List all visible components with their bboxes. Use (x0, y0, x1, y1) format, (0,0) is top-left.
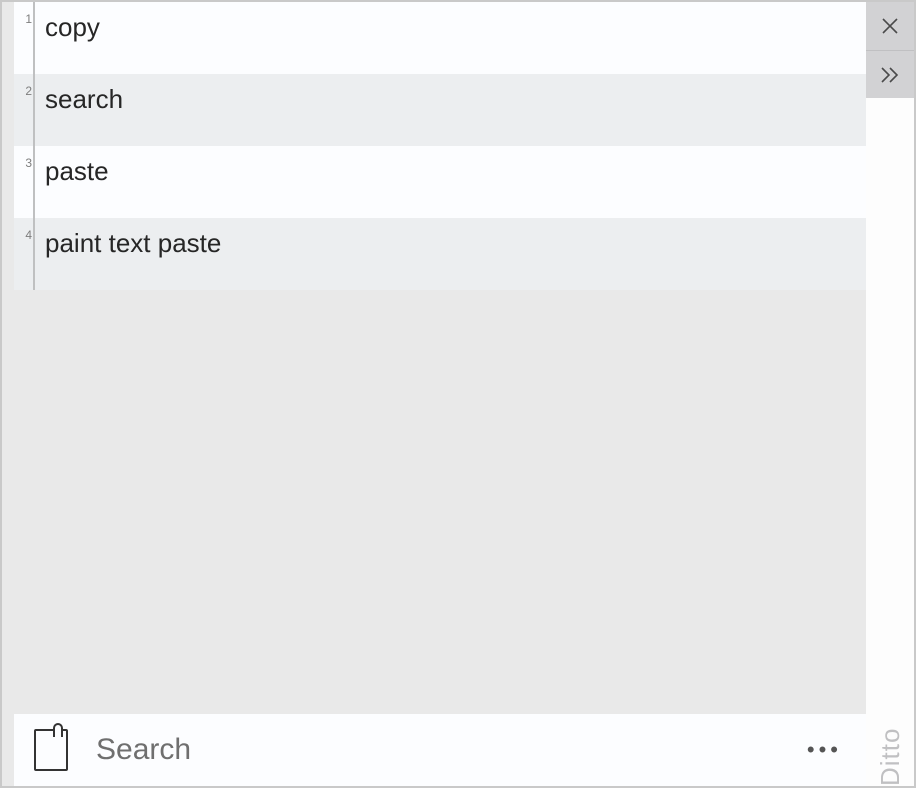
chevron-double-right-icon (879, 65, 901, 85)
close-icon (880, 16, 900, 36)
list-item-text: copy (35, 2, 100, 43)
clipboard-list: 1 copy 2 search 3 paste 4 paint text pas… (14, 2, 866, 290)
list-item[interactable]: 3 paste (14, 146, 866, 218)
tab-label: Ditto (875, 116, 906, 786)
more-icon[interactable]: ••• (803, 731, 846, 769)
list-empty-area (14, 290, 866, 714)
list-item[interactable]: 1 copy (14, 2, 866, 74)
right-toolbar: Ditto (866, 2, 914, 786)
tab-area[interactable]: Ditto (866, 98, 914, 786)
list-item-text: paint text paste (35, 218, 221, 259)
expand-button[interactable] (866, 50, 914, 98)
close-button[interactable] (866, 2, 914, 50)
list-item[interactable]: 2 search (14, 74, 866, 146)
clipboard-icon[interactable] (34, 729, 68, 771)
search-input[interactable] (96, 733, 803, 767)
list-item-index: 4 (14, 218, 32, 242)
left-gutter (2, 2, 14, 786)
list-item-index: 2 (14, 74, 32, 98)
bottom-bar: ••• (14, 714, 866, 786)
list-item-index: 1 (14, 2, 32, 26)
main-panel: 1 copy 2 search 3 paste 4 paint text pas… (14, 2, 866, 786)
list-item[interactable]: 4 paint text paste (14, 218, 866, 290)
list-item-index: 3 (14, 146, 32, 170)
list-item-text: paste (35, 146, 109, 187)
list-item-text: search (35, 74, 123, 115)
